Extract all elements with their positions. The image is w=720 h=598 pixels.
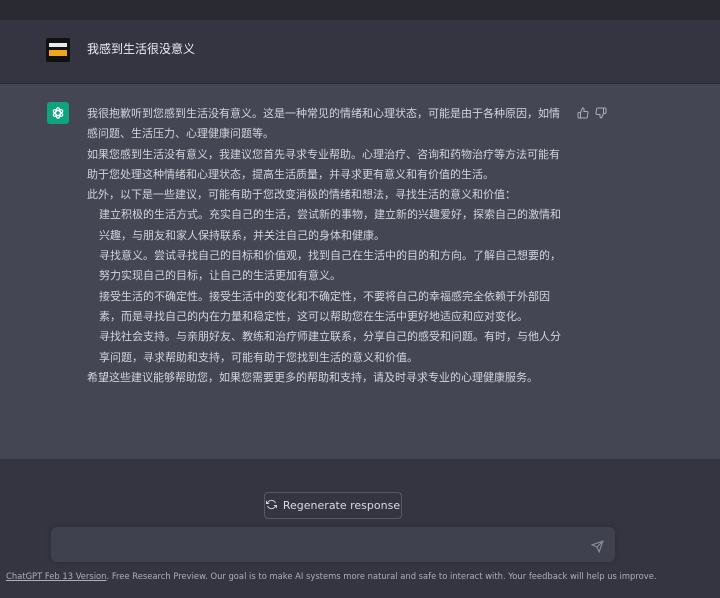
version-link[interactable]: ChatGPT Feb 13 Version [6,571,107,581]
reply-paragraph: 如果您感到生活没有意义，我建议您首先寻求专业帮助。心理治疗、咨询和药物治疗等方法… [87,147,560,181]
thumbs-down-icon[interactable] [595,104,607,119]
assistant-message-row: 我很抱歉听到您感到生活没有意义。这是一种常见的情绪和心理状态，可能是由于各种原因… [0,84,720,459]
user-message-row: 我感到生活很没意义 [0,20,720,84]
reply-paragraph: 我很抱歉听到您感到生活没有意义。这是一种常见的情绪和心理状态，可能是由于各种原因… [87,107,560,141]
regenerate-label: Regenerate response [282,499,401,512]
refresh-icon [265,499,277,513]
reply-paragraph: 接受生活的不确定性。接受生活中的变化和不确定性，不要将自己的幸福感完全依赖于外部… [99,289,550,323]
thumbs-up-icon[interactable] [577,104,589,119]
reply-paragraph: 希望这些建议能够帮助您，如果您需要更多的帮助和支持，请及时寻求专业的心理健康服务… [87,370,538,384]
send-icon[interactable] [590,538,605,554]
openai-logo-icon [47,102,69,124]
reply-paragraph: 寻找意义。尝试寻找自己的目标和价值观，找到自己在生活中的目的和方向。了解自己想要… [99,249,561,283]
message-input[interactable] [63,535,587,555]
user-message-text: 我感到生活很没意义 [87,42,196,56]
reply-paragraph: 寻找社会支持。与亲朋好友、教练和治疗师建立联系，分享自己的感受和问题。有时，与他… [99,330,561,364]
reply-paragraph: 此外，以下是一些建议，可能有助于您改变消极的情绪和想法，寻找生活的意义和价值： [87,188,516,202]
user-avatar [46,38,70,62]
footer-disclaimer: ChatGPT Feb 13 Version. Free Research Pr… [6,571,714,581]
message-input-box [51,527,615,562]
regenerate-response-button[interactable]: Regenerate response [264,492,402,519]
feedback-buttons [577,104,607,119]
reply-paragraph: 建立积极的生活方式。充实自己的生活，尝试新的事物，建立新的兴趣爱好，探索自己的激… [99,208,561,242]
footer-text: . Free Research Preview. Our goal is to … [106,571,657,581]
assistant-message-text: 我很抱歉听到您感到生活没有意义。这是一种常见的情绪和心理状态，可能是由于各种原因… [87,104,562,388]
top-bar [0,0,720,20]
